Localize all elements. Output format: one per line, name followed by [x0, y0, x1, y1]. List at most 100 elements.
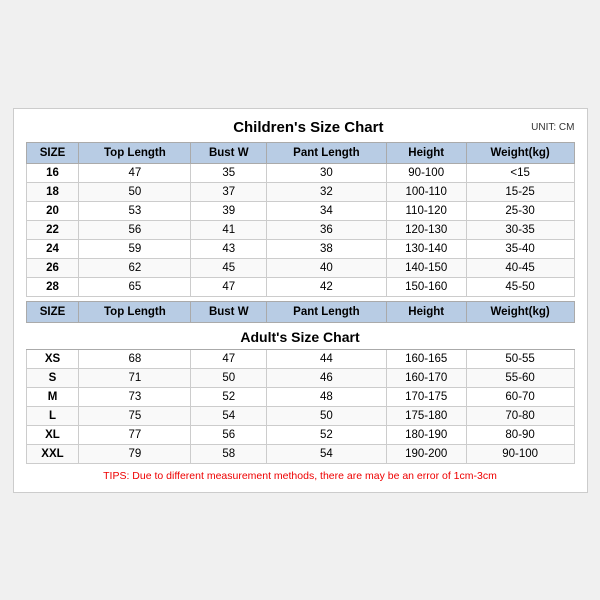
- children-table-row: 24594338130-14035-40: [26, 239, 574, 258]
- adult-table-row: M735248170-17560-70: [26, 387, 574, 406]
- table-cell: 140-150: [386, 258, 466, 277]
- col-size: SIZE: [26, 142, 79, 163]
- table-cell: 38: [267, 239, 387, 258]
- col-pant-length: Pant Length: [267, 142, 387, 163]
- table-cell: 90-100: [386, 163, 466, 182]
- table-cell: L: [26, 406, 79, 425]
- table-cell: 58: [191, 444, 267, 463]
- table-cell: 56: [79, 220, 191, 239]
- table-cell: 160-170: [386, 368, 466, 387]
- table-cell: XL: [26, 425, 79, 444]
- table-cell: 15-25: [466, 182, 574, 201]
- table-cell: 18: [26, 182, 79, 201]
- table-cell: M: [26, 387, 79, 406]
- table-cell: 32: [267, 182, 387, 201]
- table-cell: 175-180: [386, 406, 466, 425]
- table-cell: 52: [267, 425, 387, 444]
- table-cell: 60-70: [466, 387, 574, 406]
- table-cell: 120-130: [386, 220, 466, 239]
- col-bust-w: Bust W: [191, 142, 267, 163]
- table-cell: 40-45: [466, 258, 574, 277]
- table-cell: 44: [267, 349, 387, 368]
- table-cell: 26: [26, 258, 79, 277]
- table-cell: S: [26, 368, 79, 387]
- table-cell: 55-60: [466, 368, 574, 387]
- children-table-row: 22564136120-13030-35: [26, 220, 574, 239]
- table-cell: 65: [79, 277, 191, 296]
- table-cell: 30: [267, 163, 387, 182]
- adult-table-row: XS684744160-16550-55: [26, 349, 574, 368]
- table-cell: XS: [26, 349, 79, 368]
- table-cell: 54: [191, 406, 267, 425]
- table-cell: 110-120: [386, 201, 466, 220]
- table-cell: 47: [79, 163, 191, 182]
- table-cell: 39: [191, 201, 267, 220]
- table-cell: 28: [26, 277, 79, 296]
- chart-container: Children's Size Chart UNIT: CM SIZE Top …: [13, 108, 588, 493]
- table-cell: 53: [79, 201, 191, 220]
- table-cell: 100-110: [386, 182, 466, 201]
- unit-label: UNIT: CM: [531, 122, 574, 133]
- table-cell: 50: [79, 182, 191, 201]
- table-cell: 30-35: [466, 220, 574, 239]
- table-cell: 50-55: [466, 349, 574, 368]
- adult-col-height: Height: [386, 301, 466, 322]
- table-cell: 54: [267, 444, 387, 463]
- adult-table-row: XL775652180-19080-90: [26, 425, 574, 444]
- adult-col-top-length: Top Length: [79, 301, 191, 322]
- table-cell: 47: [191, 277, 267, 296]
- table-cell: 59: [79, 239, 191, 258]
- col-height: Height: [386, 142, 466, 163]
- table-cell: 35: [191, 163, 267, 182]
- table-cell: 40: [267, 258, 387, 277]
- table-cell: 46: [267, 368, 387, 387]
- table-cell: 90-100: [466, 444, 574, 463]
- table-cell: <15: [466, 163, 574, 182]
- table-cell: 16: [26, 163, 79, 182]
- table-cell: 75: [79, 406, 191, 425]
- table-cell: 34: [267, 201, 387, 220]
- table-cell: 35-40: [466, 239, 574, 258]
- tips-row: TIPS: Due to different measurement metho…: [26, 470, 575, 482]
- table-cell: 68: [79, 349, 191, 368]
- table-cell: 160-165: [386, 349, 466, 368]
- adult-table-row: S715046160-17055-60: [26, 368, 574, 387]
- children-header-row: SIZE Top Length Bust W Pant Length Heigh…: [26, 142, 574, 163]
- table-cell: 36: [267, 220, 387, 239]
- table-cell: 45-50: [466, 277, 574, 296]
- adult-col-weight: Weight(kg): [466, 301, 574, 322]
- table-cell: 73: [79, 387, 191, 406]
- table-cell: 47: [191, 349, 267, 368]
- table-cell: 150-160: [386, 277, 466, 296]
- table-cell: 56: [191, 425, 267, 444]
- table-cell: 25-30: [466, 201, 574, 220]
- children-table-row: 18503732100-11015-25: [26, 182, 574, 201]
- children-chart-title: Children's Size Chart: [86, 119, 532, 136]
- children-table-row: 20533934110-12025-30: [26, 201, 574, 220]
- table-cell: 42: [267, 277, 387, 296]
- adult-col-pant-length: Pant Length: [267, 301, 387, 322]
- table-cell: 52: [191, 387, 267, 406]
- table-cell: 71: [79, 368, 191, 387]
- adult-table-row: XXL795854190-20090-100: [26, 444, 574, 463]
- table-cell: 50: [267, 406, 387, 425]
- table-cell: 62: [79, 258, 191, 277]
- table-cell: 70-80: [466, 406, 574, 425]
- adult-col-size: SIZE: [26, 301, 79, 322]
- table-cell: 130-140: [386, 239, 466, 258]
- table-cell: 80-90: [466, 425, 574, 444]
- children-table-row: 28654742150-16045-50: [26, 277, 574, 296]
- tips-text: TIPS: Due to different measurement metho…: [103, 470, 497, 482]
- children-table-row: 26624540140-15040-45: [26, 258, 574, 277]
- col-weight: Weight(kg): [466, 142, 574, 163]
- table-cell: 79: [79, 444, 191, 463]
- col-top-length: Top Length: [79, 142, 191, 163]
- adult-table-row: L755450175-18070-80: [26, 406, 574, 425]
- table-cell: 190-200: [386, 444, 466, 463]
- children-size-table: SIZE Top Length Bust W Pant Length Heigh…: [26, 142, 575, 297]
- table-cell: 37: [191, 182, 267, 201]
- table-cell: 50: [191, 368, 267, 387]
- table-cell: 24: [26, 239, 79, 258]
- title-row: Children's Size Chart UNIT: CM: [26, 119, 575, 136]
- table-cell: 20: [26, 201, 79, 220]
